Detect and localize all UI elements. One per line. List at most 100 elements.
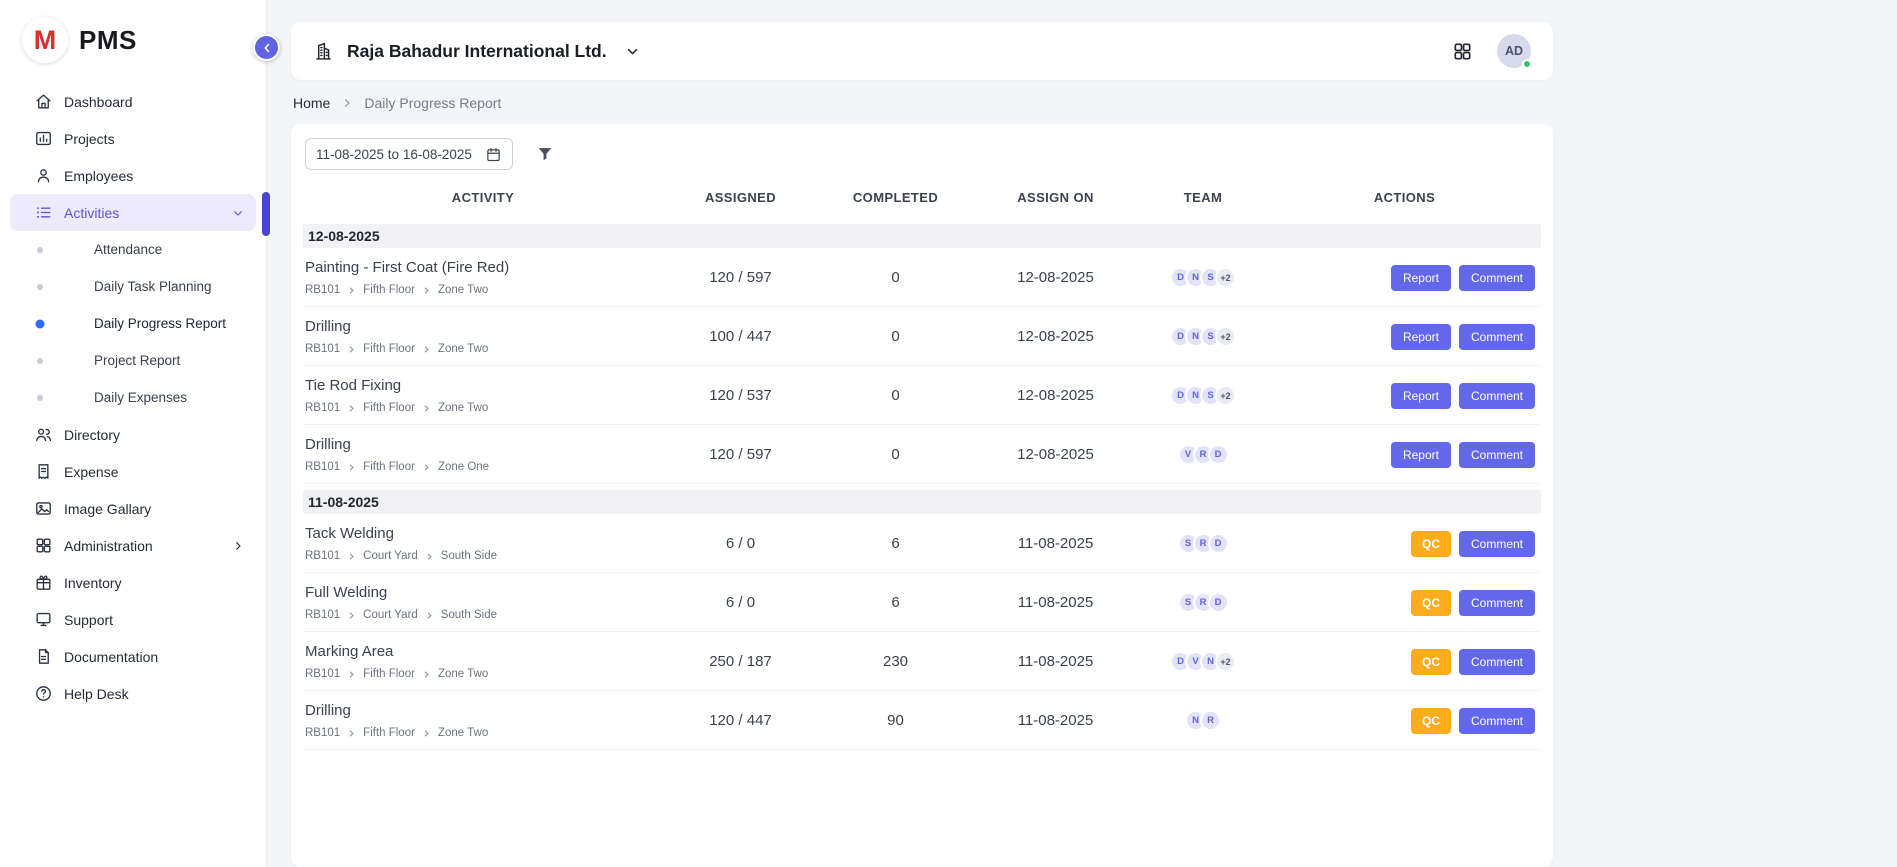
comment-button[interactable]: Comment bbox=[1459, 590, 1535, 616]
sidebar-subitem-daily-progress-report[interactable]: Daily Progress Report bbox=[0, 305, 266, 342]
sidebar-subitem-attendance[interactable]: Attendance bbox=[0, 231, 266, 268]
sidebar-item-support[interactable]: Support bbox=[10, 601, 256, 638]
date-range-input[interactable]: 11-08-2025 to 16-08-2025 bbox=[305, 138, 513, 170]
sidebar-item-projects[interactable]: Projects bbox=[10, 120, 256, 157]
sidebar-item-expense[interactable]: Expense bbox=[10, 453, 256, 490]
expense-icon bbox=[34, 462, 53, 481]
assigned-value: 120 / 597 bbox=[663, 269, 818, 286]
team-avatars: SRD bbox=[1138, 592, 1268, 613]
comment-button[interactable]: Comment bbox=[1459, 531, 1535, 557]
chevron-right-icon bbox=[347, 286, 356, 295]
completed-value: 0 bbox=[818, 446, 973, 463]
qc-button[interactable]: QC bbox=[1411, 531, 1451, 557]
inventory-icon bbox=[34, 573, 53, 592]
bullet-dot-icon bbox=[37, 247, 43, 253]
qc-button[interactable]: QC bbox=[1411, 590, 1451, 616]
comment-button[interactable]: Comment bbox=[1459, 649, 1535, 675]
completed-value: 0 bbox=[818, 328, 973, 345]
chevron-right-icon bbox=[422, 463, 431, 472]
path-segment: RB101 bbox=[305, 402, 340, 414]
sidebar-item-dashboard[interactable]: Dashboard bbox=[10, 83, 256, 120]
team-avatars: DNS+2 bbox=[1138, 267, 1268, 288]
completed-value: 230 bbox=[818, 653, 973, 670]
chevron-right-icon bbox=[422, 729, 431, 738]
table-row: Tie Rod FixingRB101Fifth FloorZone Two12… bbox=[303, 366, 1541, 425]
breadcrumb-home-link[interactable]: Home bbox=[293, 95, 330, 111]
activity-location-path: RB101Court YardSouth Side bbox=[305, 609, 663, 621]
administration-icon bbox=[34, 536, 53, 555]
active-item-indicator bbox=[262, 192, 270, 236]
sidebar-item-image-gallary[interactable]: Image Gallary bbox=[10, 490, 256, 527]
comment-button[interactable]: Comment bbox=[1459, 383, 1535, 409]
chevron-right-icon bbox=[230, 538, 246, 554]
table-row: Full WeldingRB101Court YardSouth Side6 /… bbox=[303, 573, 1541, 632]
team-avatars: DVN+2 bbox=[1138, 651, 1268, 672]
chevron-down-icon bbox=[624, 43, 641, 60]
chevron-right-icon bbox=[347, 345, 356, 354]
sidebar-item-label: Directory bbox=[64, 427, 120, 443]
column-header-activity: ACTIVITY bbox=[303, 190, 663, 205]
employees-icon bbox=[34, 166, 53, 185]
sidebar-item-label: Support bbox=[64, 612, 113, 628]
sidebar-item-inventory[interactable]: Inventory bbox=[10, 564, 256, 601]
report-button[interactable]: Report bbox=[1391, 442, 1451, 468]
assigned-value: 120 / 447 bbox=[663, 712, 818, 729]
assigned-value: 120 / 597 bbox=[663, 446, 818, 463]
row-actions: Report Comment bbox=[1268, 383, 1541, 409]
row-actions: Report Comment bbox=[1268, 265, 1541, 291]
apps-grid-icon[interactable] bbox=[1452, 41, 1473, 62]
path-segment: RB101 bbox=[305, 343, 340, 355]
sidebar-item-employees[interactable]: Employees bbox=[10, 157, 256, 194]
path-segment: Fifth Floor bbox=[363, 461, 415, 473]
chevron-right-icon bbox=[347, 552, 356, 561]
path-segment: Court Yard bbox=[363, 550, 418, 562]
sidebar-subitem-daily-task-planning[interactable]: Daily Task Planning bbox=[0, 268, 266, 305]
chevron-right-icon bbox=[422, 404, 431, 413]
path-segment: Zone Two bbox=[438, 668, 488, 680]
report-button[interactable]: Report bbox=[1391, 324, 1451, 350]
team-extra-count-chip: +2 bbox=[1215, 326, 1236, 347]
group-date-header: 12-08-2025 bbox=[303, 224, 1541, 248]
qc-button[interactable]: QC bbox=[1411, 649, 1451, 675]
pms-logo-icon: M bbox=[22, 17, 68, 63]
company-selector[interactable]: Raja Bahadur International Ltd. bbox=[313, 41, 641, 62]
sidebar-collapse-button[interactable] bbox=[253, 34, 280, 61]
sidebar-item-help-desk[interactable]: Help Desk bbox=[10, 675, 256, 712]
sidebar-nav: DashboardProjectsEmployeesActivities Atte… bbox=[0, 75, 266, 712]
activity-name: Drilling bbox=[305, 702, 663, 719]
group-date-header: 11-08-2025 bbox=[303, 490, 1541, 514]
user-menu[interactable]: AD bbox=[1497, 34, 1531, 68]
activity-name: Tie Rod Fixing bbox=[305, 377, 663, 394]
completed-value: 6 bbox=[818, 594, 973, 611]
breadcrumb: Home Daily Progress Report bbox=[293, 95, 1551, 111]
assigned-value: 120 / 537 bbox=[663, 387, 818, 404]
sidebar-subitem-label: Attendance bbox=[94, 242, 162, 257]
sidebar-item-documentation[interactable]: Documentation bbox=[10, 638, 256, 675]
path-segment: Fifth Floor bbox=[363, 402, 415, 414]
report-button[interactable]: Report bbox=[1391, 265, 1451, 291]
activity-name: Tack Welding bbox=[305, 525, 663, 542]
filter-icon[interactable] bbox=[535, 144, 555, 164]
comment-button[interactable]: Comment bbox=[1459, 708, 1535, 734]
sidebar-subitem-label: Daily Expenses bbox=[94, 390, 187, 405]
sidebar: M PMS DashboardProjectsEmployeesActiviti… bbox=[0, 0, 267, 867]
comment-button[interactable]: Comment bbox=[1459, 324, 1535, 350]
activity-location-path: RB101Court YardSouth Side bbox=[305, 550, 663, 562]
projects-icon bbox=[34, 129, 53, 148]
help-icon bbox=[34, 684, 53, 703]
sidebar-item-administration[interactable]: Administration bbox=[10, 527, 256, 564]
path-segment: Zone Two bbox=[438, 284, 488, 296]
sidebar-subitem-project-report[interactable]: Project Report bbox=[0, 342, 266, 379]
sidebar-item-activities[interactable]: Activities bbox=[10, 194, 256, 231]
comment-button[interactable]: Comment bbox=[1459, 265, 1535, 291]
assign-on-date: 12-08-2025 bbox=[973, 387, 1138, 404]
sidebar-item-directory[interactable]: Directory bbox=[10, 416, 256, 453]
team-avatars: VRD bbox=[1138, 444, 1268, 465]
team-member-chip: R bbox=[1200, 710, 1221, 731]
qc-button[interactable]: QC bbox=[1411, 708, 1451, 734]
chevron-down-icon bbox=[230, 205, 246, 221]
assigned-value: 6 / 0 bbox=[663, 535, 818, 552]
report-button[interactable]: Report bbox=[1391, 383, 1451, 409]
comment-button[interactable]: Comment bbox=[1459, 442, 1535, 468]
sidebar-subitem-daily-expenses[interactable]: Daily Expenses bbox=[0, 379, 266, 416]
